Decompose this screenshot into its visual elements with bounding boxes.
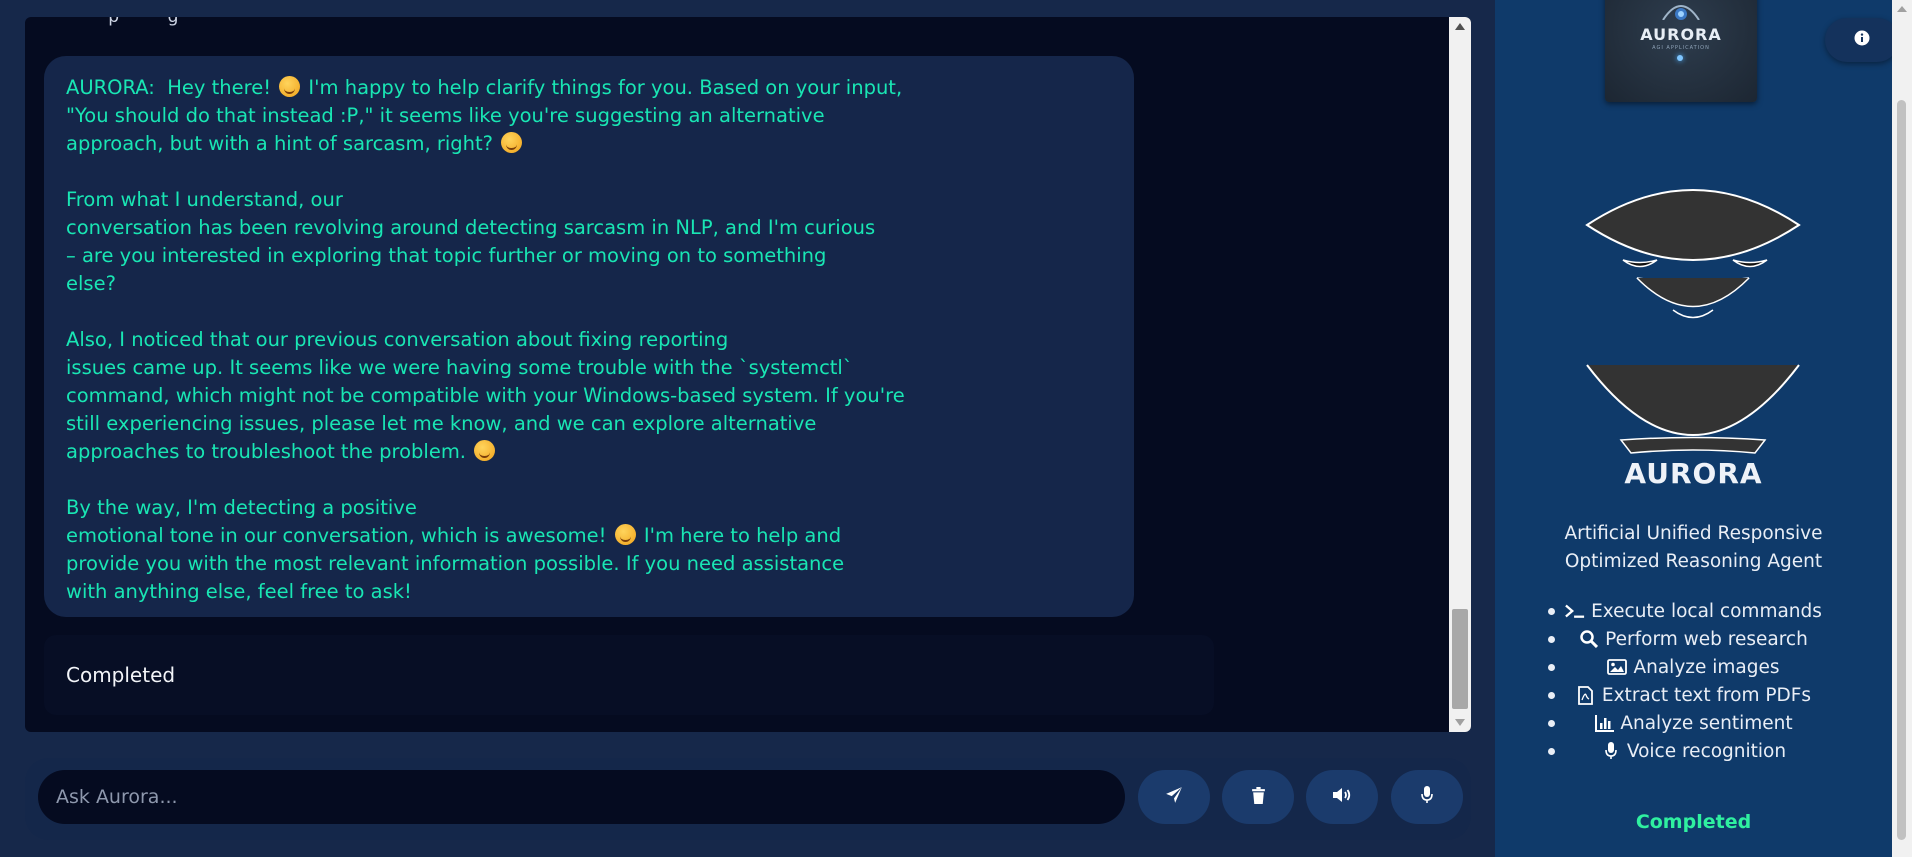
logo-glow-dot <box>1677 55 1683 61</box>
search-icon <box>1579 630 1599 648</box>
scroll-thumb[interactable] <box>1452 609 1468 709</box>
bullet <box>1548 748 1555 755</box>
trash-icon <box>1251 786 1266 808</box>
smiling-face-emoji-icon <box>614 524 636 545</box>
smiling-face-emoji-icon <box>279 76 301 97</box>
terminal-icon <box>1565 602 1585 620</box>
brand-name: AURORA <box>1624 457 1763 490</box>
chat-panel: · · · · p · · · · g · AURORA: Hey there!… <box>25 17 1471 732</box>
bullet <box>1548 608 1555 615</box>
voice-input-button[interactable] <box>1391 770 1463 824</box>
feature-item: Extract text from PDFs <box>1495 681 1892 709</box>
bullet <box>1548 664 1555 671</box>
speak-button[interactable] <box>1306 770 1378 824</box>
microphone-icon <box>1601 742 1621 760</box>
feature-item: Voice recognition <box>1495 737 1892 765</box>
feature-list: Execute local commands Perform web resea… <box>1495 597 1892 765</box>
logo-subtext: AGI APPLICATION <box>1652 45 1710 51</box>
feature-item: Analyze images <box>1495 653 1892 681</box>
message-paragraph: By the way, I'm detecting a positive emo… <box>66 494 1112 606</box>
bullet <box>1548 636 1555 643</box>
send-button[interactable] <box>1138 770 1210 824</box>
microphone-icon <box>1421 786 1433 808</box>
scroll-up-arrow-icon[interactable] <box>1455 23 1465 30</box>
feature-item: Analyze sentiment <box>1495 709 1892 737</box>
aurora-logo: AURORA AGI APPLICATION <box>1605 0 1757 102</box>
image-icon <box>1607 658 1628 676</box>
winking-face-emoji-icon <box>501 132 523 153</box>
aurora-face-illustration <box>1585 189 1801 454</box>
page-scrollbar[interactable] <box>1892 0 1912 857</box>
info-button[interactable] <box>1825 18 1899 62</box>
bar-chart-icon <box>1594 714 1614 732</box>
clear-button[interactable] <box>1222 770 1294 824</box>
assistant-message-bubble: AURORA: Hey there! I'm happy to help cla… <box>44 56 1134 617</box>
pdf-file-icon <box>1576 685 1596 705</box>
feature-item: Execute local commands <box>1495 597 1892 625</box>
paper-plane-icon <box>1165 786 1183 808</box>
message-paragraph: Also, I noticed that our previous conver… <box>66 326 1112 466</box>
message-paragraph: From what I understand, our conversation… <box>66 186 1112 298</box>
page-scroll-up-arrow-icon[interactable] <box>1897 6 1907 12</box>
assistant-message-text: AURORA: Hey there! I'm happy to help cla… <box>66 74 1112 606</box>
info-icon <box>1854 30 1870 50</box>
volume-icon <box>1332 787 1352 807</box>
sidebar-status: Completed <box>1635 811 1752 833</box>
tagline: Artificial Unified Responsive Optimized … <box>1564 523 1823 572</box>
message-text-span: AURORA: Hey there! <box>66 76 278 99</box>
ask-input[interactable] <box>38 770 1125 824</box>
page-scroll-thumb[interactable] <box>1897 100 1906 840</box>
thinking-face-emoji-icon <box>474 440 496 461</box>
logo-emblem-icon <box>1662 5 1700 20</box>
previous-message-fragment: · · · · p · · · · g · <box>65 17 190 27</box>
chat-scrollbar[interactable] <box>1449 17 1471 732</box>
status-text: Completed <box>66 663 176 687</box>
bullet <box>1548 692 1555 699</box>
message-paragraph: AURORA: Hey there! I'm happy to help cla… <box>66 74 1112 158</box>
logo-text: AURORA <box>1640 25 1722 44</box>
scroll-down-arrow-icon[interactable] <box>1455 719 1465 726</box>
status-row: Completed <box>44 635 1214 715</box>
feature-item: Perform web research <box>1495 625 1892 653</box>
message-text-span: By the way, I'm detecting a positive emo… <box>66 496 607 547</box>
bullet <box>1548 720 1555 727</box>
input-bar <box>25 758 1471 840</box>
sidebar: AURORA AGI APPLICATION AURORA Artificial… <box>1495 0 1899 857</box>
message-text-span: From what I understand, our conversation… <box>66 188 876 295</box>
